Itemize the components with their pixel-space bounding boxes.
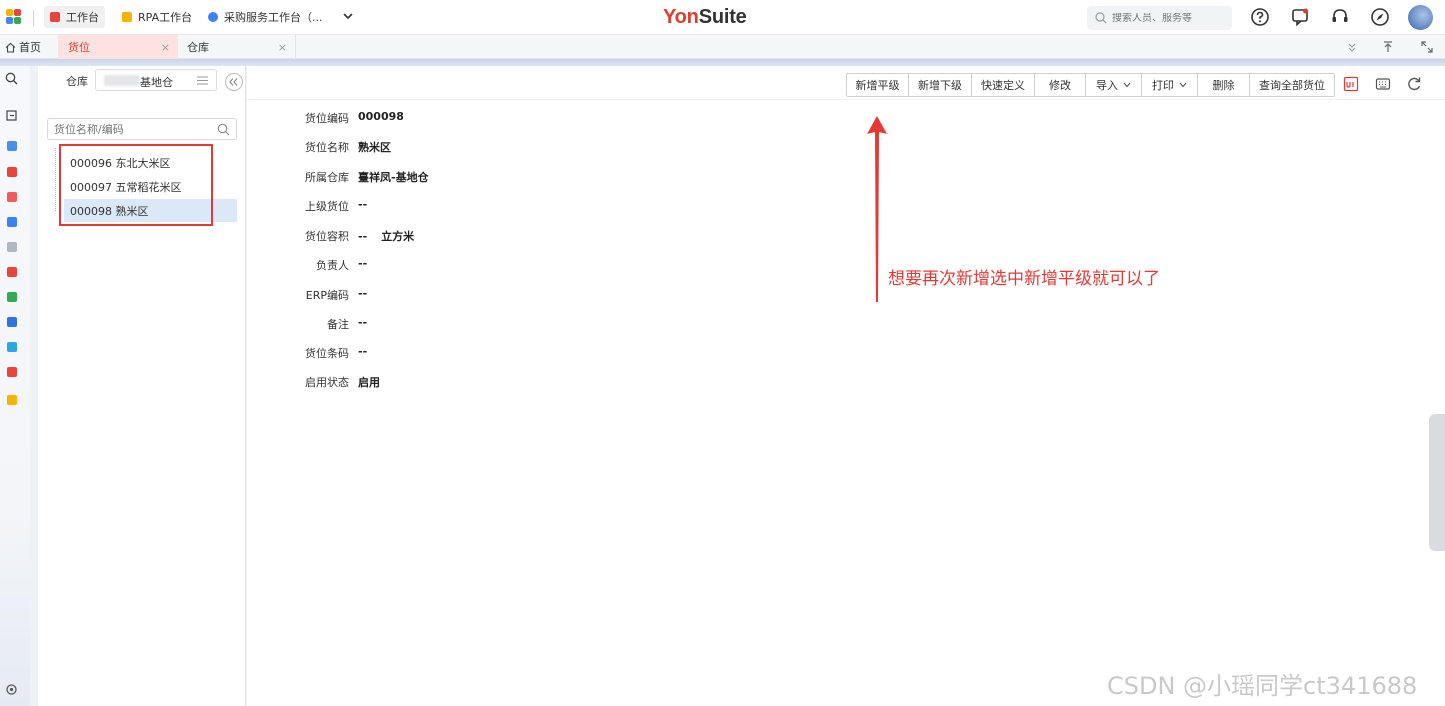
upload-icon[interactable] (1381, 40, 1395, 54)
field-erp-code: ERP编码 -- (305, 287, 368, 302)
procurement-icon (208, 12, 218, 22)
app-icon[interactable] (7, 217, 17, 227)
chevron-down-icon[interactable] (342, 10, 354, 22)
refresh-icon[interactable] (1406, 76, 1422, 92)
chevron-down-icon (1179, 82, 1187, 88)
fullscreen-icon[interactable] (1420, 40, 1434, 54)
add-child-button[interactable]: 新增下级 (909, 73, 972, 97)
edit-button[interactable]: 修改 (1035, 73, 1086, 97)
ui-template-icon[interactable] (1343, 76, 1359, 92)
tree-item[interactable]: 000096 东北大米区 (64, 151, 237, 174)
yonsuite-logo: YonSuite (663, 6, 747, 28)
detail-panel: 新增平级 新增下级 快速定义 修改 导入 打印 删除 查询全部货位 货位编码 0… (247, 66, 1445, 706)
action-toolbar: 新增平级 新增下级 快速定义 修改 导入 打印 删除 查询全部货位 (846, 73, 1335, 97)
tree-search[interactable] (47, 118, 237, 140)
headset-icon[interactable] (1330, 7, 1350, 27)
field-remark: 备注 -- (327, 316, 368, 331)
annotation-arrow (867, 116, 887, 302)
tab-home[interactable]: 首页 (5, 35, 57, 59)
tree-guide-line (55, 148, 56, 211)
page-tab-strip: 首页 货位 × 仓库 × (0, 35, 1445, 59)
compass-icon[interactable] (1370, 7, 1390, 27)
delete-button[interactable]: 删除 (1198, 73, 1250, 97)
field-volume: 货位容积 -- 立方米 (305, 230, 415, 243)
app-icon[interactable] (7, 317, 17, 327)
search-icon (1095, 12, 1107, 24)
top-bar: 工作台 RPA工作台 采购服务工作台（... YonSuite (0, 0, 1445, 35)
field-parent-location: 上级货位 -- (305, 198, 368, 213)
app-icon[interactable] (7, 167, 17, 177)
chevron-down-icon (1123, 82, 1131, 88)
app-icon[interactable] (7, 192, 17, 202)
double-chevron-down-icon[interactable] (1345, 40, 1359, 54)
search-icon[interactable] (217, 123, 230, 136)
print-dropdown[interactable]: 打印 (1142, 73, 1198, 97)
app-icon[interactable] (7, 242, 17, 252)
quick-define-button[interactable]: 快速定义 (972, 73, 1035, 97)
global-search-input[interactable] (1112, 12, 1222, 24)
app-icon[interactable] (7, 342, 17, 352)
app-icon[interactable] (7, 141, 17, 151)
app-icon[interactable] (7, 395, 17, 405)
tab-storage-location[interactable]: 货位 × (58, 35, 178, 59)
left-icon-rail (0, 66, 30, 706)
list-icon (197, 76, 208, 85)
field-location-name: 货位名称 熟米区 (305, 141, 391, 154)
warehouse-label: 仓库 (66, 75, 88, 88)
location-tree-panel: 仓库 基地仓 000096 东北大米区 000097 五常稻花米区 000098… (38, 66, 246, 706)
collapse-panel-icon[interactable] (224, 72, 244, 92)
message-icon[interactable] (1290, 7, 1310, 27)
divider (33, 10, 34, 26)
field-status: 启用状态 启用 (305, 376, 380, 389)
close-icon[interactable]: × (161, 41, 170, 54)
close-icon[interactable]: × (278, 41, 287, 54)
tab-warehouse[interactable]: 仓库 × (178, 35, 296, 59)
tree-search-input[interactable] (54, 122, 204, 136)
help-icon[interactable] (1250, 7, 1270, 27)
settings-icon[interactable] (5, 683, 18, 696)
global-search[interactable] (1087, 6, 1232, 30)
app-icon[interactable] (7, 367, 17, 377)
redacted-text (104, 75, 140, 86)
search-icon[interactable] (5, 72, 18, 85)
warehouse-value: 基地仓 (140, 76, 173, 89)
watermark: CSDN @小瑶同学ct341688 (1107, 672, 1418, 700)
workspace-tab-rpa[interactable]: RPA工作台 (116, 6, 198, 28)
workbench-icon (50, 12, 60, 22)
import-dropdown[interactable]: 导入 (1086, 73, 1142, 97)
app-icon[interactable] (7, 267, 17, 277)
home-icon (5, 42, 16, 53)
field-barcode: 货位条码 -- (305, 345, 368, 360)
tree-item-selected[interactable]: 000098 熟米区 (64, 199, 237, 222)
avatar[interactable] (1408, 5, 1433, 30)
warehouse-select[interactable]: 基地仓 (95, 69, 217, 91)
floating-side-widget[interactable] (1429, 414, 1445, 551)
field-location-code: 货位编码 000098 (305, 110, 404, 125)
add-sibling-button[interactable]: 新增平级 (846, 73, 909, 97)
app-launcher-icon[interactable] (6, 9, 22, 25)
query-all-button[interactable]: 查询全部货位 (1250, 73, 1335, 97)
divider (247, 99, 1445, 100)
app-icon[interactable] (7, 292, 17, 302)
workspace-tab-workbench[interactable]: 工作台 (44, 6, 105, 28)
field-warehouse: 所属仓库 臺祥凤-基地仓 (305, 171, 429, 184)
keyboard-icon[interactable] (1375, 76, 1391, 92)
rpa-icon (122, 12, 132, 22)
tree-item[interactable]: 000097 五常稻花米区 (64, 175, 237, 198)
workspace-tab-procurement[interactable]: 采购服务工作台（... (202, 6, 329, 28)
annotation-text: 想要再次新增选中新增平级就可以了 (888, 269, 1160, 289)
export-icon[interactable] (5, 109, 18, 122)
field-owner: 负责人 -- (316, 257, 368, 272)
header-shadow-bar (0, 59, 1445, 66)
